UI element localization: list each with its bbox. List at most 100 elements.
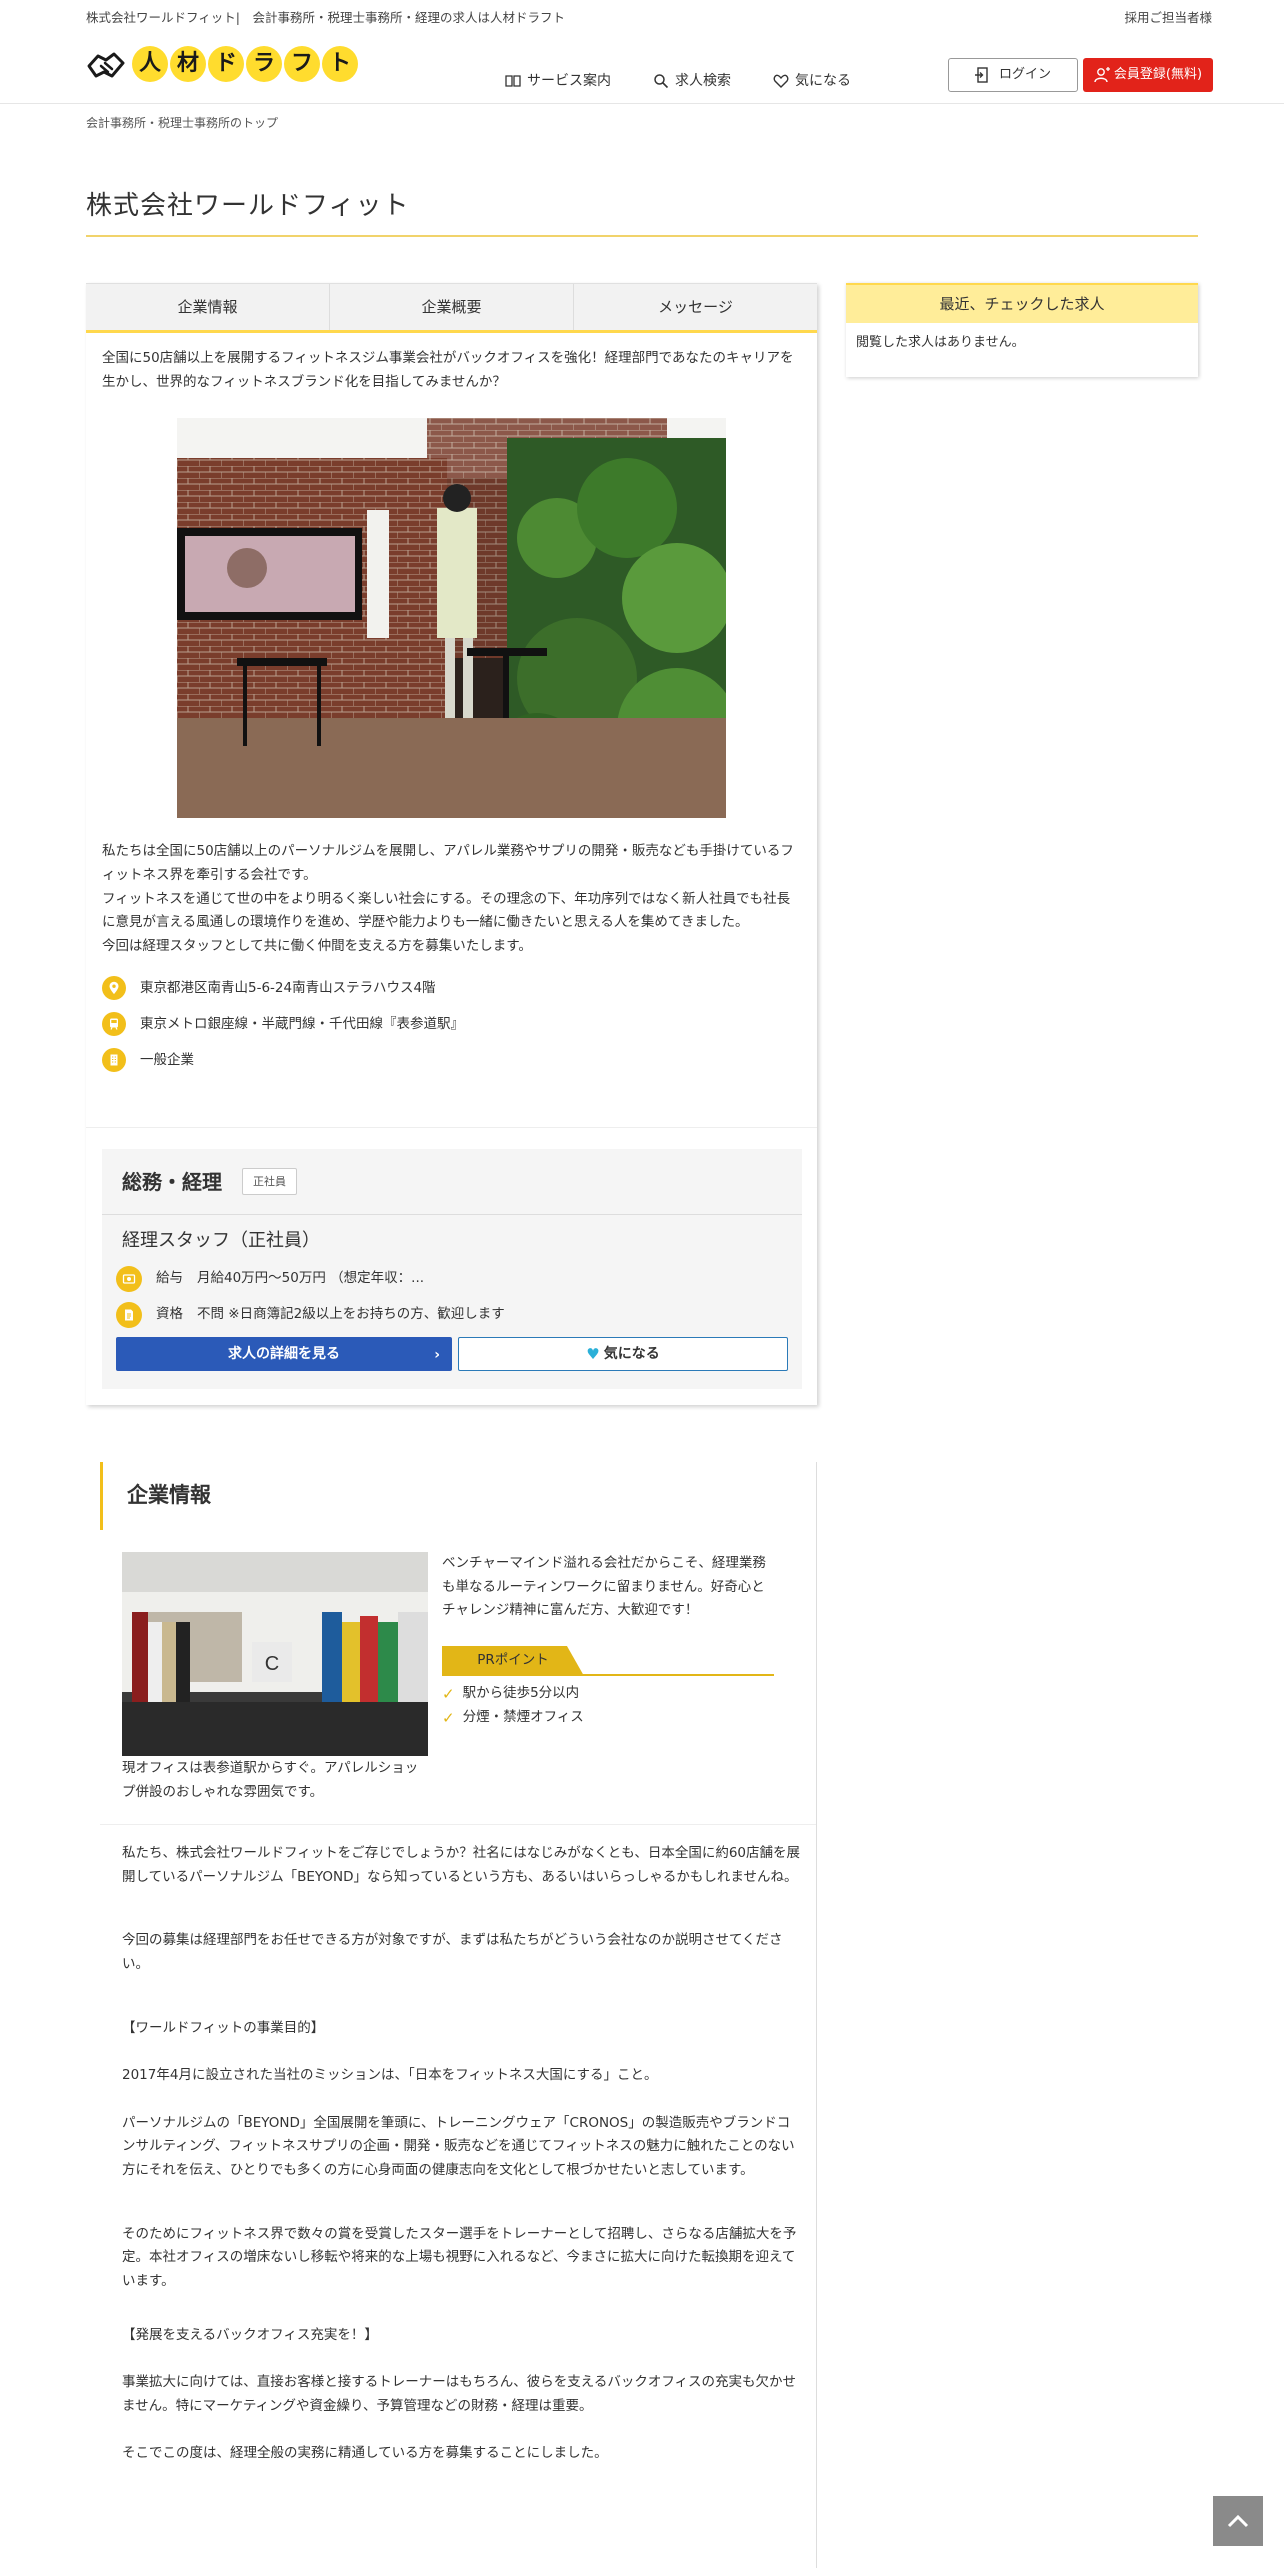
- gym-lounge-photo: [177, 418, 726, 819]
- heart-icon: ♥: [586, 1345, 600, 1363]
- breadcrumb[interactable]: 会計事務所・税理士事務所のトップ: [86, 114, 278, 133]
- salary-value: 月給40万円～50万円 （想定年収：...: [197, 1270, 425, 1287]
- salary-label: 給与: [156, 1270, 183, 1287]
- station-text: 東京メトロ銀座線・半蔵門線・千代田線『表参道駅』: [140, 1015, 464, 1032]
- tab-company-info[interactable]: 企業情報: [86, 284, 330, 330]
- logo-char: ド: [208, 46, 244, 82]
- check-icon: ✓: [442, 1685, 455, 1703]
- recruiter-link[interactable]: 採用ご担当者様: [1124, 8, 1212, 28]
- company-type-text: 一般企業: [140, 1051, 194, 1068]
- body-paragraph: 事業拡大に向けては、直接お客様と接するトレーナーはもちろん、彼らを支えるバックオ…: [122, 2374, 797, 2414]
- address-row: 東京都港区南青山5-6-24南青山ステラハウス4階: [102, 970, 801, 1006]
- office-shop-photo: C: [122, 1552, 428, 1756]
- job-title[interactable]: 経理スタッフ（正社員）: [102, 1215, 802, 1261]
- body-paragraph: 2017年4月に設立された当社のミッションは、「日本をフィットネス大国にする」こ…: [122, 2067, 658, 2084]
- logo-char: ラ: [246, 46, 282, 82]
- qualification-value: 不問 ※日商簿記2級以上をお持ちの方、歓迎します: [197, 1306, 505, 1323]
- job-detail-label: 求人の詳細を見る: [228, 1345, 340, 1362]
- job-listing: 総務・経理 正社員 経理スタッフ（正社員） 給与 月給40万円～50万円 （想定…: [102, 1149, 802, 1389]
- photo-caption: 現オフィスは表参道駅からすぐ。アパレルショップ併設のおしゃれな雰囲気です。: [122, 1760, 419, 1800]
- company-card: 企業情報 企業概要 メッセージ 全国に50店舗以上を展開するフィットネスジム事業…: [86, 283, 817, 1405]
- site-description: 株式会社ワールドフィット| 会計事務所・税理士事務所・経理の求人は人材ドラフト: [86, 10, 565, 25]
- pr-points-list: ✓ 駅から徒歩5分以内 ✓ 分煙・禁煙オフィス: [442, 1682, 584, 1730]
- tab-message[interactable]: メッセージ: [574, 284, 817, 330]
- nav-favorite[interactable]: 気になる: [773, 70, 851, 92]
- body-paragraph: そこでこの度は、経理全般の実務に精通している方を募集することにしました。: [122, 2445, 608, 2462]
- job-favorite-button[interactable]: ♥ 気になる: [458, 1337, 788, 1371]
- logo-char: 材: [170, 46, 206, 82]
- heart-icon: [773, 74, 789, 89]
- company-description: 私たちは全国に50店舗以上のパーソナルジムを展開し、アパレル業務やサプリの開発・…: [86, 818, 817, 958]
- recent-jobs-title: 最近、チェックした求人: [846, 283, 1198, 323]
- body-subheading: 【発展を支えるバックオフィス充実を！】: [122, 2326, 378, 2343]
- logo-char: フ: [284, 46, 320, 82]
- salary-row: 給与 月給40万円～50万円 （想定年収：...: [102, 1261, 802, 1297]
- company-info-list: 東京都港区南青山5-6-24南青山ステラハウス4階 東京メトロ銀座線・半蔵門線・…: [86, 958, 817, 1078]
- job-detail-button[interactable]: 求人の詳細を見る ›: [116, 1337, 452, 1371]
- recent-jobs-panel: 最近、チェックした求人 閲覧した求人はありません。: [846, 283, 1198, 377]
- description-paragraph: 今回は経理スタッフとして共に働く仲間を支える方を募集いたします。: [102, 937, 532, 954]
- body-paragraph: そのためにフィットネス界で数々の賞を受賞したスター選手をトレーナーとして招聘し、…: [122, 2225, 797, 2289]
- register-label: 会員登録(無料): [1113, 66, 1203, 82]
- job-category: 総務・経理: [122, 1169, 222, 1194]
- yen-icon: [116, 1266, 142, 1292]
- company-tabs: 企業情報 企業概要 メッセージ: [86, 283, 817, 333]
- pr-point: ✓ 分煙・禁煙オフィス: [442, 1706, 584, 1730]
- train-icon: [102, 1012, 126, 1037]
- nav-service[interactable]: サービス案内: [505, 70, 611, 92]
- pr-point: ✓ 駅から徒歩5分以内: [442, 1682, 584, 1706]
- pr-label-bar: PRポイント: [442, 1646, 774, 1676]
- topbar: 株式会社ワールドフィット| 会計事務所・税理士事務所・経理の求人は人材ドラフト …: [0, 0, 1284, 40]
- nav-service-label: サービス案内: [527, 73, 611, 89]
- description-paragraph: 私たちは全国に50店舗以上のパーソナルジムを展開し、アパレル業務やサプリの開発・…: [102, 843, 794, 883]
- body-paragraph: 今回の募集は経理部門をお任せできる方が対象ですが、まずは私たちがどういう会社なの…: [122, 1932, 783, 1972]
- pr-label: PRポイント: [442, 1646, 584, 1676]
- pr-text: ベンチャーマインド溢れる会社だからこそ、経理業務も単なるルーティンワークに留まり…: [442, 1555, 766, 1619]
- nav-favorite-label: 気になる: [795, 73, 851, 89]
- search-icon: [654, 74, 669, 89]
- handshake-icon: [87, 52, 125, 78]
- title-divider: [86, 235, 1198, 237]
- chevron-right-icon: ›: [434, 1347, 440, 1363]
- description-paragraph: フィットネスを通じて世の中をより明るく楽しい社会にする。その理念の下、年功序列で…: [102, 890, 791, 931]
- logo-char: 人: [132, 46, 168, 82]
- card-divider: [86, 1127, 817, 1128]
- register-button[interactable]: 会員登録(無料): [1083, 58, 1213, 92]
- job-header: 総務・経理 正社員: [102, 1149, 802, 1215]
- nav-search[interactable]: 求人検索: [653, 70, 731, 92]
- recent-jobs-empty: 閲覧した求人はありません。: [856, 335, 1025, 350]
- nav-search-label: 求人検索: [675, 73, 731, 89]
- section-heading: 企業情報: [100, 1462, 816, 1530]
- login-label: ログイン: [998, 66, 1051, 82]
- job-favorite-label: 気になる: [603, 1345, 660, 1362]
- location-pin-icon: [102, 976, 126, 1001]
- header: 人 材 ド ラ フ ト サービス案内 求人検索 気になる ログイン 会員登録(無…: [0, 40, 1284, 104]
- pr-point-text: 分煙・禁煙オフィス: [462, 1709, 584, 1726]
- body-subheading: 【ワールドフィットの事業目的】: [122, 2019, 325, 2036]
- logo-char: ト: [322, 46, 358, 82]
- tab-company-overview[interactable]: 企業概要: [330, 284, 574, 330]
- address-text: 東京都港区南青山5-6-24南青山ステラハウス4階: [140, 979, 436, 996]
- company-type-row: 一般企業: [102, 1042, 801, 1078]
- employment-type-badge: 正社員: [242, 1167, 297, 1196]
- login-button[interactable]: ログイン: [948, 58, 1078, 92]
- company-info-section: 企業情報 C ベンチャーマインド溢れる会社だからこそ、経理業務も単なるルーティン…: [100, 1462, 817, 2568]
- site-logo[interactable]: 人 材 ド ラ フ ト: [86, 46, 358, 82]
- qualification-label: 資格: [156, 1306, 183, 1323]
- user-icon: [1094, 67, 1110, 83]
- page-title: 株式会社ワールドフィット: [86, 191, 410, 221]
- door-icon: [974, 67, 988, 83]
- body-paragraph: 私たち、株式会社ワールドフィットをご存じでしょうか？社名にはなじみがなくとも、日…: [122, 1845, 801, 1885]
- pr-block: C ベンチャーマインド溢れる会社だからこそ、経理業務も単なるルーティンワークに留…: [122, 1552, 802, 1772]
- main-nav: サービス案内 求人検索 気になる: [505, 70, 851, 92]
- qualification-row: 資格 不問 ※日商簿記2級以上をお持ちの方、歓迎します: [102, 1297, 802, 1333]
- document-icon: [116, 1302, 142, 1328]
- back-to-top-button[interactable]: [1213, 2496, 1263, 2546]
- chevron-up-icon: [1227, 2514, 1249, 2528]
- pr-point-text: 駅から徒歩5分以内: [462, 1685, 580, 1702]
- book-icon: [505, 75, 521, 87]
- job-actions: 求人の詳細を見る › ♥ 気になる: [102, 1333, 802, 1371]
- body-paragraph: パーソナルジムの「BEYOND」全国展開を筆頭に、トレーニングウェア「CRONO…: [122, 2114, 795, 2178]
- svg-text:C: C: [265, 1653, 279, 1675]
- building-icon: [102, 1048, 126, 1073]
